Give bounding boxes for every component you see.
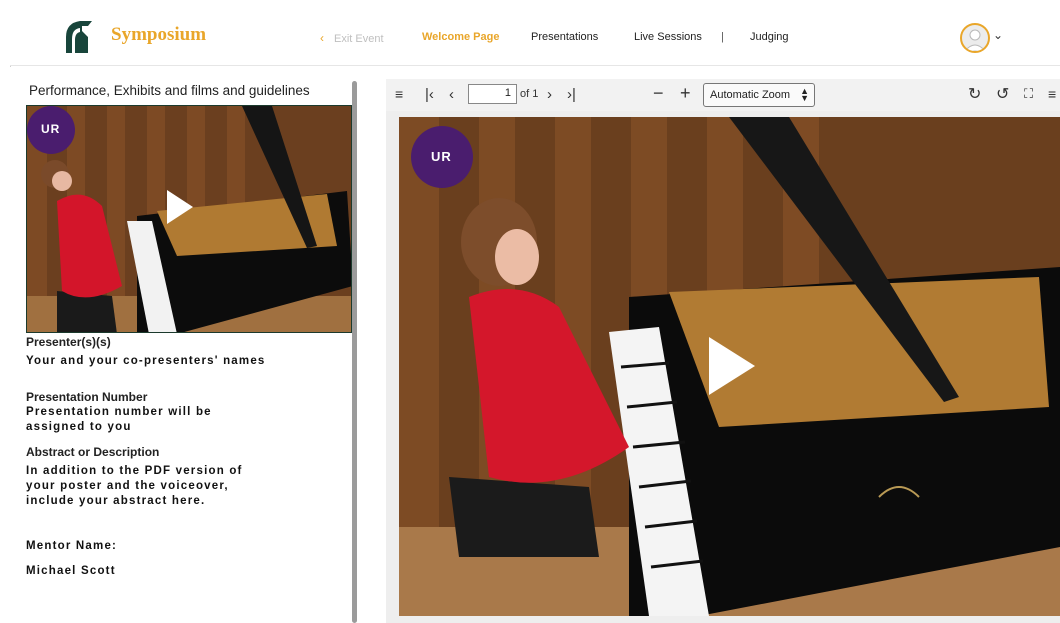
abstract-value: In addition to the PDF version of your p… xyxy=(26,465,243,507)
nav-welcome-page[interactable]: Welcome Page xyxy=(422,31,499,43)
fullscreen-icon[interactable]: ⛶ xyxy=(1024,86,1033,102)
rotate-ccw-icon[interactable]: ↺ xyxy=(996,84,1009,104)
zoom-out-icon[interactable]: − xyxy=(653,83,664,104)
nav-live-sessions[interactable]: Live Sessions xyxy=(634,31,702,43)
nav-separator: | xyxy=(721,31,724,43)
video-thumbnail[interactable]: UR xyxy=(26,105,352,333)
spartan-helmet-logo[interactable] xyxy=(58,17,96,57)
ur-badge-text: UR xyxy=(41,122,61,136)
play-icon[interactable] xyxy=(709,337,755,395)
zoom-select[interactable]: Automatic Zoom ▲ ▼ xyxy=(703,83,815,107)
ur-badge: UR xyxy=(27,106,75,154)
presentation-details-panel: Performance, Exhibits and films and guid… xyxy=(10,67,360,623)
first-page-icon[interactable]: |‹ xyxy=(425,86,434,103)
top-navigation-bar: Symposium ‹ Exit Event Welcome Page Prese… xyxy=(10,10,1060,66)
user-avatar-icon[interactable] xyxy=(960,23,990,53)
page-total: of 1 xyxy=(520,88,539,100)
select-arrows-icon: ▲ ▼ xyxy=(800,86,809,103)
next-page-icon[interactable]: › xyxy=(547,86,552,103)
exit-event-label: Exit Event xyxy=(334,33,384,45)
mentor-label: Mentor Name: xyxy=(26,540,118,552)
previous-page-icon[interactable]: ‹ xyxy=(449,86,454,103)
play-icon[interactable] xyxy=(167,190,193,224)
ur-badge-text: UR xyxy=(431,149,452,164)
ur-badge: UR xyxy=(411,126,473,188)
rotate-cw-icon[interactable]: ↻ xyxy=(968,84,981,104)
zoom-select-value: Automatic Zoom xyxy=(710,89,791,101)
tools-menu-icon[interactable]: ≡ xyxy=(1048,86,1056,102)
zoom-in-icon[interactable]: + xyxy=(680,83,691,104)
nav-judging[interactable]: Judging xyxy=(750,31,789,43)
sidebar-toggle-icon[interactable]: ≡ xyxy=(395,86,403,102)
chevron-left-icon: ‹ xyxy=(320,31,324,45)
presenter-label: Presenter(s)(s) xyxy=(26,335,111,349)
pdf-viewer: ≡ |‹ ‹ 1 of 1 › ›| − + Automatic Zoom ▲ ▼… xyxy=(386,79,1060,623)
last-page-icon[interactable]: ›| xyxy=(567,86,576,103)
presentation-number-value: Presentation number will be assigned to … xyxy=(26,406,212,433)
mentor-value: Michael Scott xyxy=(26,565,116,577)
presenter-value: Your and your co-presenters' names xyxy=(26,355,266,367)
brand-title[interactable]: Symposium xyxy=(111,24,206,46)
presentation-number-label: Presentation Number xyxy=(26,390,148,404)
poster-video-preview[interactable]: UR xyxy=(399,117,1060,616)
nav-presentations[interactable]: Presentations xyxy=(531,31,598,43)
page-number-input[interactable]: 1 xyxy=(468,84,517,104)
panel-scrollbar[interactable] xyxy=(352,81,357,623)
abstract-label: Abstract or Description xyxy=(26,445,160,459)
exit-event-link[interactable]: ‹ Exit Event xyxy=(320,31,384,45)
chevron-down-icon[interactable]: ⌄ xyxy=(993,28,1003,42)
panel-title: Performance, Exhibits and films and guid… xyxy=(29,83,310,98)
pdf-toolbar: ≡ |‹ ‹ 1 of 1 › ›| − + Automatic Zoom ▲ ▼… xyxy=(386,79,1060,111)
